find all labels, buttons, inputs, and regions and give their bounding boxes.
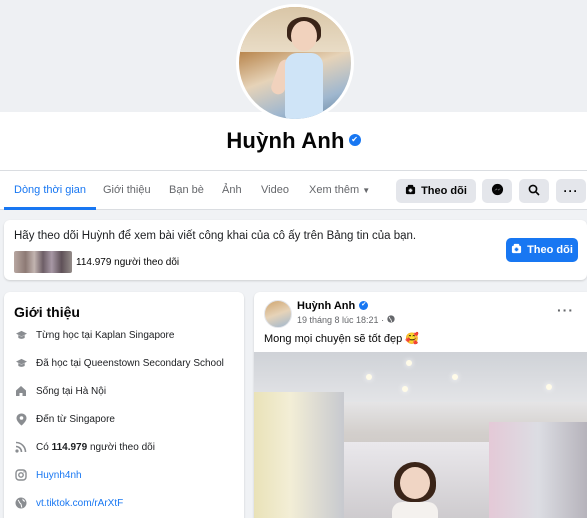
tab-videos[interactable]: Video: [261, 171, 289, 210]
profile-tabs: Dòng thời gian Giới thiệu Bạn bè Ảnh Vid…: [0, 170, 587, 210]
tab-more-label: Xem thêm: [309, 184, 360, 196]
intro-followers-count: 114.979: [51, 441, 88, 453]
tab-more[interactable]: Xem thêm ▼: [309, 171, 370, 210]
follower-count[interactable]: 114.979 người theo dõi: [76, 257, 179, 268]
follow-prompt-card: Hãy theo dõi Huỳnh để xem bài viết công …: [4, 220, 587, 280]
intro-title: Giới thiệu: [14, 304, 80, 320]
follow-label: Theo dõi: [421, 185, 467, 197]
tab-about[interactable]: Giới thiệu: [103, 171, 151, 210]
post-timestamp-row: 19 tháng 8 lúc 18:21 ·: [297, 315, 395, 325]
intro-card: Giới thiệu Từng học tại Kaplan Singapore…: [4, 292, 244, 518]
follower-avatars: [14, 251, 72, 273]
intro-item-text: Từng học tại Kaplan Singapore: [36, 329, 175, 341]
intro-item-from: Đến từ Singapore: [14, 411, 115, 427]
tab-photos[interactable]: Ảnh: [222, 171, 242, 210]
verified-badge-icon: ✔: [359, 300, 369, 310]
profile-avatar[interactable]: [236, 4, 354, 122]
graduation-cap-icon: [14, 328, 28, 342]
instagram-icon: [14, 468, 28, 482]
follow-button[interactable]: Theo dõi: [396, 179, 476, 203]
intro-item-studied: Từng học tại Kaplan Singapore: [14, 327, 174, 343]
post-author-row: Huỳnh Anh ✔: [297, 300, 369, 312]
intro-item-lives: Sống tại Hà Nội: [14, 383, 106, 399]
profile-name-row: Huỳnh Anh ✔: [0, 128, 587, 154]
tab-timeline[interactable]: Dòng thời gian: [4, 171, 97, 210]
rss-icon: [14, 440, 28, 454]
post-photo[interactable]: [254, 352, 587, 518]
instagram-link[interactable]: Huynh4nh: [36, 470, 82, 481]
follow-icon: [511, 243, 522, 257]
globe-icon: [14, 496, 28, 510]
follower-row: 114.979 người theo dõi: [14, 251, 179, 273]
post-card: Huỳnh Anh ✔ 19 tháng 8 lúc 18:21 · ··· Mo…: [254, 292, 587, 518]
more-dots-icon: ···: [563, 184, 579, 198]
post-more-options-icon[interactable]: ···: [557, 302, 574, 318]
more-options-button[interactable]: ···: [556, 179, 586, 203]
follow-icon: [405, 184, 416, 198]
intro-item-instagram[interactable]: Huynh4nh: [14, 467, 82, 483]
home-icon: [14, 384, 28, 398]
location-pin-icon: [14, 412, 28, 426]
follow-prompt-button[interactable]: Theo dõi: [506, 238, 578, 262]
intro-item-followers: Có 114.979 người theo dõi: [14, 439, 155, 455]
intro-item-text: Đã học tại Queenstown Secondary School: [36, 357, 224, 369]
post-text: Mong mọi chuyện sẽ tốt đẹp 🥰: [264, 333, 419, 345]
post-author-avatar[interactable]: [264, 300, 292, 328]
intro-item-website[interactable]: vt.tiktok.com/rArXtF: [14, 495, 123, 511]
intro-item-school: Đã học tại Queenstown Secondary School: [14, 355, 224, 371]
follow-prompt-text: Hãy theo dõi Huỳnh để xem bài viết công …: [14, 230, 417, 242]
intro-item-text: Đến từ Singapore: [36, 413, 115, 425]
intro-followers-prefix: Có: [36, 441, 52, 453]
public-globe-icon: [386, 315, 395, 325]
search-icon: [528, 184, 540, 199]
messenger-button[interactable]: [482, 179, 512, 203]
profile-name: Huỳnh Anh: [226, 128, 345, 153]
profile-photo: [239, 7, 351, 119]
messenger-icon: [491, 183, 504, 199]
post-author-name[interactable]: Huỳnh Anh: [297, 300, 355, 312]
chevron-down-icon: ▼: [362, 186, 371, 195]
follow-prompt-label: Theo dõi: [527, 244, 573, 256]
graduation-cap-icon: [14, 356, 28, 370]
post-timestamp[interactable]: 19 tháng 8 lúc 18:21 ·: [297, 315, 384, 325]
intro-followers-suffix: người theo dõi: [87, 441, 155, 453]
intro-item-text: Sống tại Hà Nội: [36, 385, 107, 397]
tab-friends[interactable]: Bạn bè: [169, 171, 204, 210]
search-button[interactable]: [519, 179, 549, 203]
website-link[interactable]: vt.tiktok.com/rArXtF: [36, 498, 123, 509]
verified-badge-icon: ✔: [348, 134, 361, 147]
